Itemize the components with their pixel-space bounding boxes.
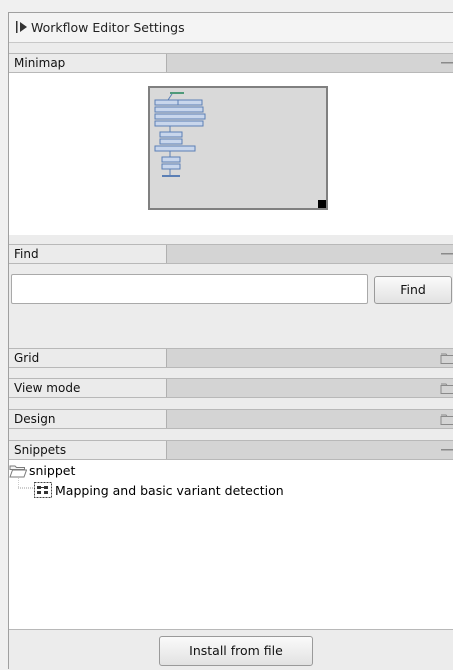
panel-titlebar: Workflow Editor Settings [9,13,453,43]
folder-open-icon [9,465,27,478]
expand-section-icon[interactable] [440,413,453,425]
tab-design[interactable]: Design [9,410,167,428]
collapse-section-icon[interactable] [440,57,453,69]
collapse-panel-icon[interactable] [15,20,29,34]
find-input[interactable] [11,274,368,304]
minimap-area [9,73,453,235]
section-header-minimap[interactable]: Minimap [9,53,453,73]
snippet-item-0[interactable]: Mapping and basic variant detection [55,483,284,498]
minimap-viewport[interactable] [148,86,328,210]
tab-find[interactable]: Find [9,245,167,263]
workflow-snippet-icon [34,482,52,498]
expand-section-icon[interactable] [440,352,453,364]
find-button[interactable]: Find [374,276,452,304]
workflow-editor-settings-panel: Workflow Editor Settings Minimap Find Fi… [8,12,453,670]
tree-connector-line [18,478,34,489]
section-label-grid: Grid [14,351,40,365]
collapse-section-icon[interactable] [440,248,453,260]
tree-folder-snippet[interactable]: snippet [29,463,75,478]
section-label-view-mode: View mode [14,381,81,395]
section-label-snippets: Snippets [14,443,67,457]
section-label-find: Find [14,247,39,261]
section-header-find[interactable]: Find [9,244,453,264]
section-label-design: Design [14,412,56,426]
minimap-resize-handle[interactable] [318,200,326,208]
tab-snippets[interactable]: Snippets [9,441,167,459]
section-header-view-mode[interactable]: View mode [9,378,453,398]
tab-view-mode[interactable]: View mode [9,379,167,397]
collapse-section-icon[interactable] [440,444,453,456]
find-area: Find [9,264,453,348]
section-label-minimap: Minimap [14,56,66,70]
snippets-tree: snippet Mapping and basic variant detect… [9,460,453,630]
tab-minimap[interactable]: Minimap [9,54,167,72]
expand-section-icon[interactable] [440,382,453,394]
snippets-footer: Install from file [9,630,453,670]
install-from-file-button[interactable]: Install from file [159,636,313,666]
tab-grid[interactable]: Grid [9,349,167,367]
section-header-snippets[interactable]: Snippets [9,440,453,460]
panel-title: Workflow Editor Settings [31,20,185,35]
section-header-grid[interactable]: Grid [9,348,453,368]
section-header-design[interactable]: Design [9,409,453,429]
minimap-workflow-graph [154,92,206,177]
